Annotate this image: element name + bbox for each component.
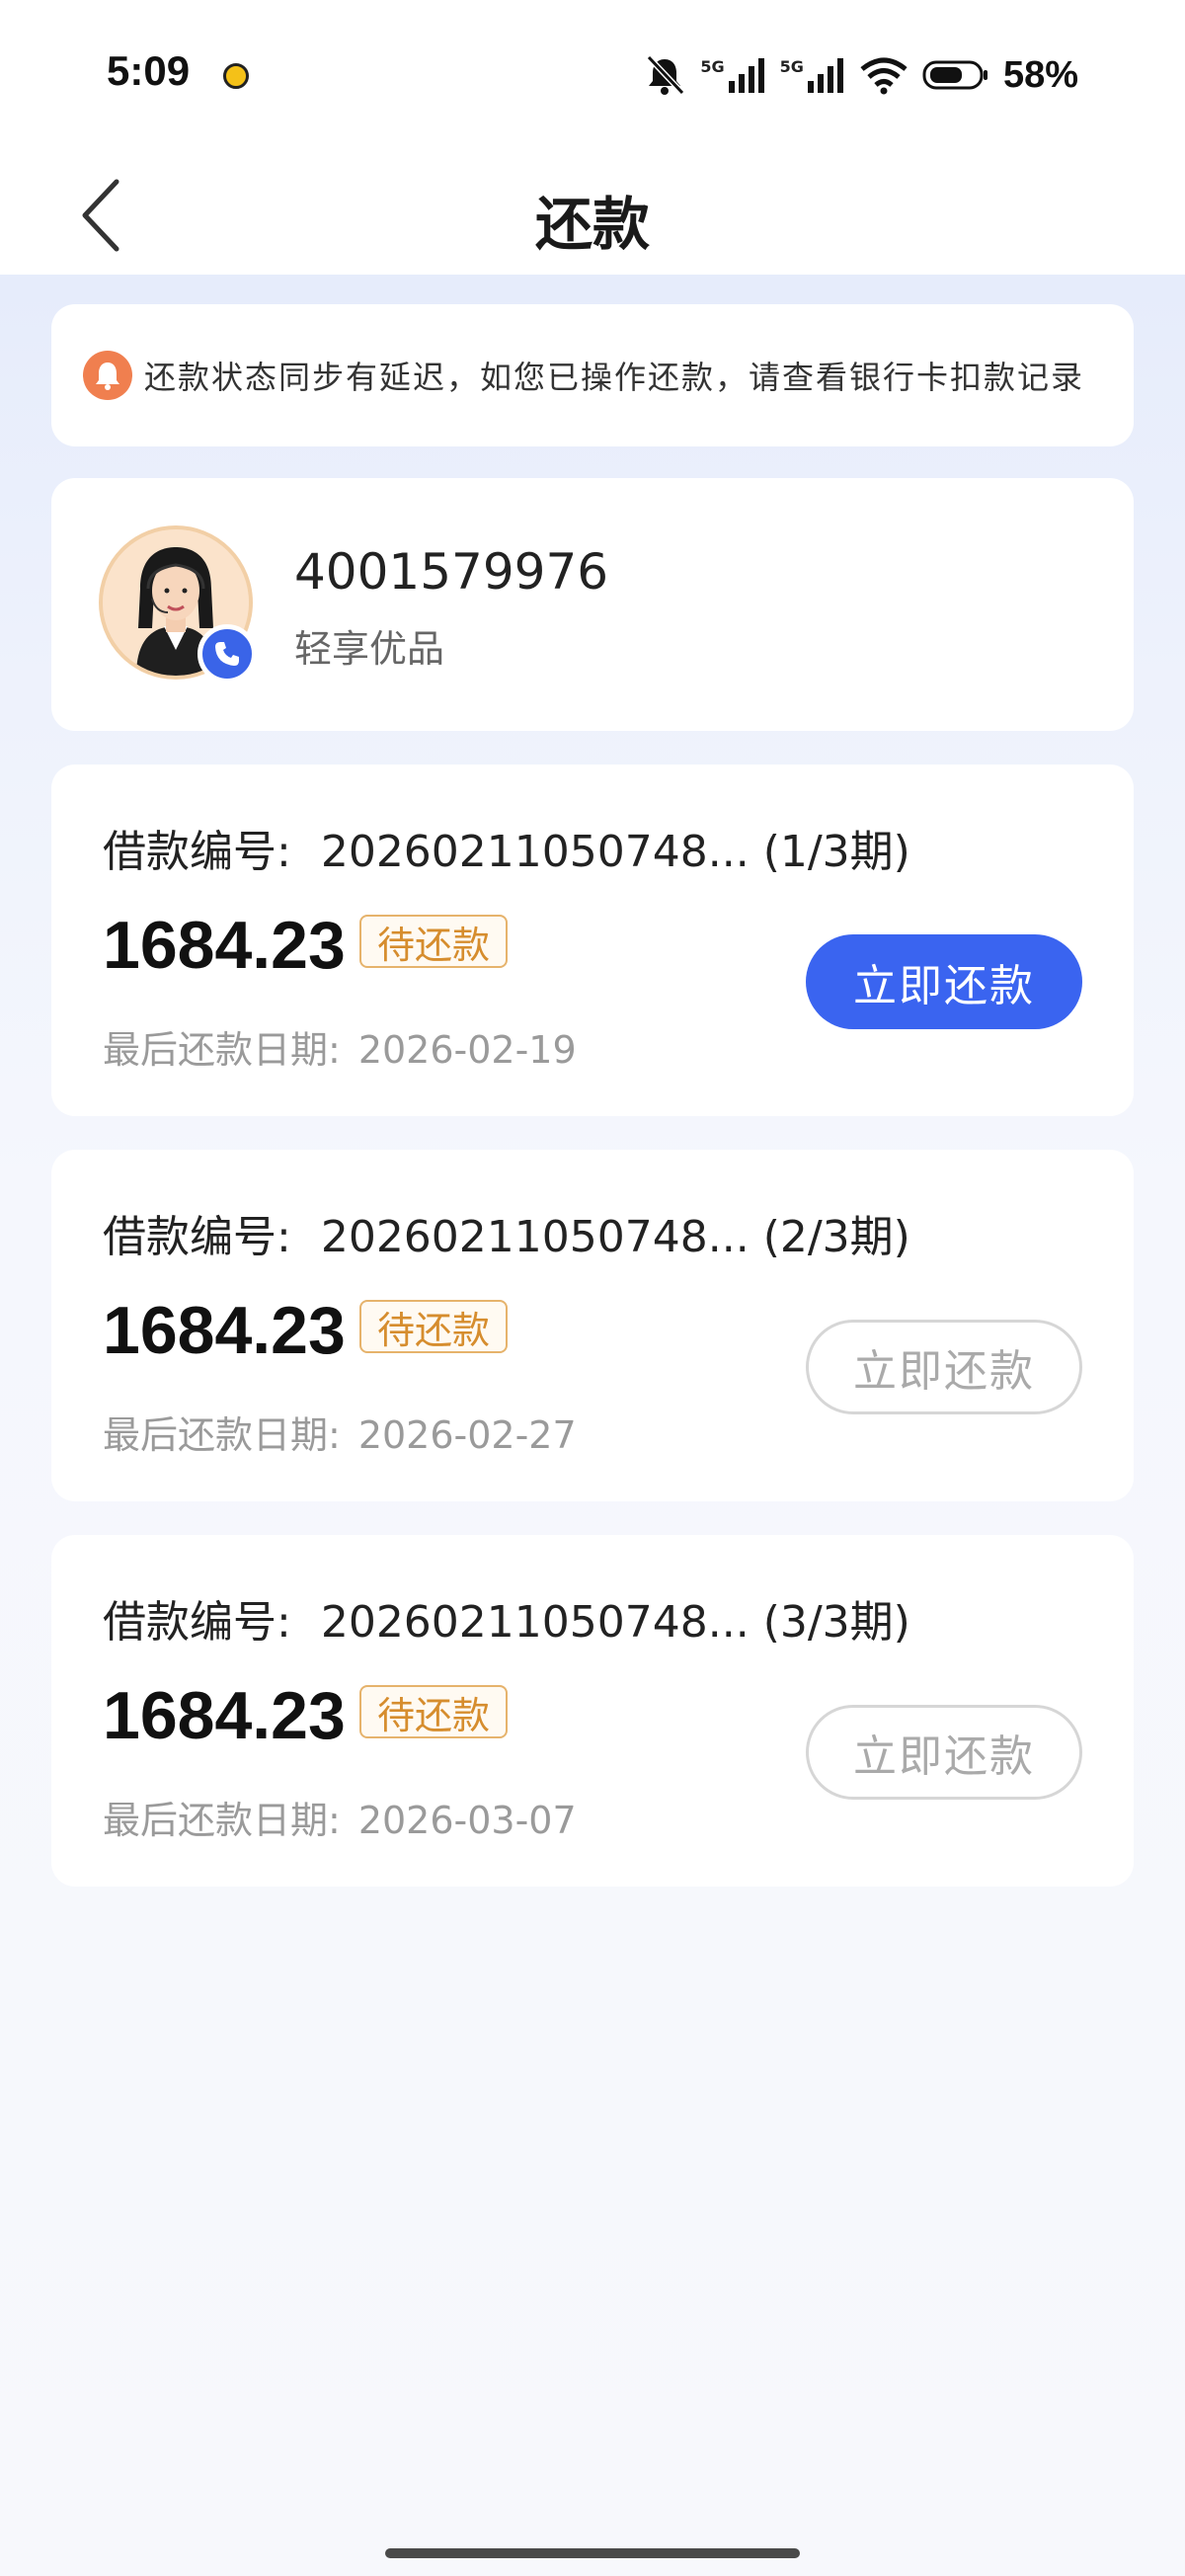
wifi-icon — [860, 57, 908, 95]
notice-text: 还款状态同步有延迟，如您已操作还款，请查看银行卡扣款记录 — [144, 359, 1085, 396]
status-icons: 5G 5G 58% — [643, 51, 1078, 99]
loan-card: 借款编号: 20260211050748... (1/3期) 1684.23 待还… — [51, 765, 1134, 1116]
app-header: 还款 — [0, 148, 1185, 275]
status-bar: 5:09 5G 5G 58% — [0, 0, 1185, 148]
contact-name: 轻享优品 — [294, 627, 445, 671]
loan-number-label: 借款编号: — [103, 1597, 291, 1648]
signal-icon-1: 5G — [700, 57, 765, 93]
customer-service-card[interactable]: 4001579976 轻享优品 — [51, 478, 1134, 731]
due-date-label: 最后还款日期: — [103, 1413, 341, 1457]
loan-number-value: 20260211050748... (3/3期) — [320, 1597, 910, 1648]
contact-number: 4001579976 — [294, 543, 609, 601]
due-date: 最后还款日期: 2026-03-07 — [103, 1790, 577, 1844]
bell-icon — [83, 351, 132, 400]
loan-number-label: 借款编号: — [103, 827, 291, 877]
loan-card: 借款编号: 20260211050748... (3/3期) 1684.23 待还… — [51, 1535, 1134, 1887]
due-date: 最后还款日期: 2026-02-27 — [103, 1405, 577, 1459]
due-date-value: 2026-02-19 — [357, 1028, 577, 1072]
network-type-1: 5G — [700, 57, 725, 76]
status-time: 5:09 — [107, 47, 191, 94]
signal-icon-2: 5G — [780, 57, 845, 93]
due-date-label: 最后还款日期: — [103, 1799, 341, 1842]
notification-app-icon — [223, 63, 249, 89]
loan-amount: 1684.23 — [103, 1293, 346, 1368]
loan-number: 借款编号: 20260211050748... (2/3期) — [103, 1201, 910, 1264]
repay-now-button[interactable]: 立即还款 — [806, 934, 1082, 1029]
network-type-2: 5G — [779, 57, 804, 76]
due-date-value: 2026-03-07 — [357, 1799, 577, 1842]
phone-icon[interactable] — [198, 624, 257, 684]
battery-percent: 58% — [1002, 53, 1078, 96]
loan-number-value: 20260211050748... (2/3期) — [320, 1212, 910, 1262]
loan-amount: 1684.23 — [103, 1678, 346, 1753]
loan-number-label: 借款编号: — [103, 1212, 291, 1262]
due-date-value: 2026-02-27 — [357, 1413, 577, 1457]
repay-now-button[interactable]: 立即还款 — [806, 1705, 1082, 1800]
status-badge: 待还款 — [359, 915, 509, 968]
status-badge: 待还款 — [359, 1685, 509, 1738]
page-title: 还款 — [534, 191, 650, 258]
repay-now-button[interactable]: 立即还款 — [806, 1320, 1082, 1414]
loan-amount: 1684.23 — [103, 908, 346, 983]
loan-number: 借款编号: 20260211050748... (1/3期) — [103, 816, 910, 879]
loan-card: 借款编号: 20260211050748... (2/3期) 1684.23 待还… — [51, 1150, 1134, 1501]
due-date-label: 最后还款日期: — [103, 1028, 341, 1072]
loan-number: 借款编号: 20260211050748... (3/3期) — [103, 1586, 910, 1650]
battery-icon — [922, 60, 988, 90]
status-badge: 待还款 — [359, 1300, 509, 1353]
home-indicator[interactable] — [385, 2548, 800, 2558]
loan-number-value: 20260211050748... (1/3期) — [320, 827, 910, 877]
due-date: 最后还款日期: 2026-02-19 — [103, 1019, 577, 1074]
sync-delay-notice: 还款状态同步有延迟，如您已操作还款，请查看银行卡扣款记录 — [51, 304, 1134, 446]
mute-bell-icon — [647, 54, 685, 96]
